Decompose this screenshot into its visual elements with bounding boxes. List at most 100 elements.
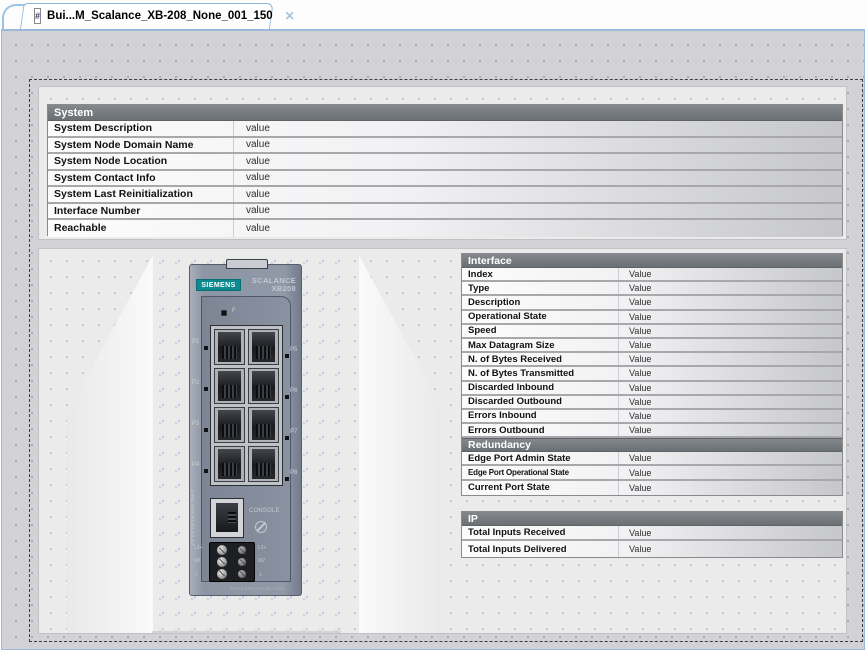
row-label: System Last Reinitialization — [48, 187, 234, 202]
row-label: Operational State — [462, 311, 619, 323]
port-label-p6: P6 — [290, 388, 300, 394]
fault-led-label: F — [232, 308, 236, 314]
rj45-port — [214, 329, 245, 365]
row-label: System Contact Info — [48, 171, 234, 186]
row-label: System Node Location — [48, 154, 234, 169]
system-table-header: System — [48, 105, 842, 121]
row-label: Current Port State — [462, 481, 619, 495]
row-value: Value — [619, 268, 842, 280]
ip-table-header: IP — [462, 512, 842, 526]
row-label: Speed — [462, 325, 619, 337]
din-rail-clip — [226, 259, 268, 269]
editor-window: # Bui...M_Scalance_XB-208_None_001_150 ✕… — [0, 0, 866, 651]
port-label-p3: P3 — [192, 421, 202, 427]
table-row: Reachable value — [48, 220, 842, 237]
power-terminal-block — [209, 542, 255, 582]
console-label: CONSOLE — [249, 508, 280, 514]
row-value: value — [234, 187, 842, 202]
photo-backdrop-right — [359, 255, 445, 633]
row-value: Value — [619, 424, 842, 436]
screen-document-icon: # — [34, 8, 41, 24]
interface-table[interactable]: Interface Index Value Type Value Descrip… — [461, 253, 843, 496]
power-label-l1: L1+ — [194, 545, 208, 551]
device-image-area[interactable]: SIEMENS SCALANCE XB208 F — [67, 255, 445, 633]
rj45-port — [248, 407, 279, 443]
model-line2: XB208 — [272, 284, 296, 293]
row-label: N. of Bytes Transmitted — [462, 367, 619, 379]
rj45-jack — [218, 332, 241, 362]
interface-table-header: Interface — [462, 254, 842, 268]
row-label: System Node Domain Name — [48, 138, 234, 153]
terminal-screw — [238, 570, 246, 578]
tab-close-icon[interactable]: ✕ — [285, 9, 295, 23]
table-row: Discarded Inbound Value — [462, 382, 842, 396]
console-port — [210, 498, 244, 538]
row-label: Index — [462, 268, 619, 280]
design-canvas[interactable]: System System Description value System N… — [1, 29, 865, 650]
rj45-jack — [252, 332, 275, 362]
row-label: Edge Port Operational State — [462, 466, 619, 478]
row-value: value — [234, 154, 842, 169]
table-row: Max Datagram Size Value — [462, 339, 842, 353]
row-label: Max Datagram Size — [462, 339, 619, 351]
ip-table[interactable]: IP Total Inputs Received Value Total Inp… — [461, 511, 843, 558]
terminal-screw — [217, 557, 227, 567]
row-value: value — [234, 204, 842, 219]
power-label-m2: M2 — [258, 558, 272, 564]
row-value: value — [234, 138, 842, 153]
table-row: Type Value — [462, 282, 842, 296]
device-model-label: SCALANCE XB208 — [252, 277, 296, 293]
row-value: Value — [619, 282, 842, 294]
table-row: N. of Bytes Transmitted Value — [462, 367, 842, 381]
row-value: Value — [619, 296, 842, 308]
redundancy-table-header: Redundancy — [462, 438, 842, 452]
table-row: N. of Bytes Received Value — [462, 353, 842, 367]
row-value: Value — [619, 382, 842, 394]
fault-led — [221, 310, 227, 316]
row-value: Value — [619, 481, 842, 495]
rj45-port — [248, 329, 279, 365]
rj45-port — [214, 407, 245, 443]
table-row: System Node Domain Name value — [48, 138, 842, 155]
tab-strip: # Bui...M_Scalance_XB-208_None_001_150 ✕ — [0, 0, 866, 29]
table-row: Operational State Value — [462, 311, 842, 325]
table-row: Total Inputs Received Value — [462, 526, 842, 541]
row-value: Value — [619, 526, 842, 539]
table-row: Interface Number value — [48, 204, 842, 221]
prohibition-icon — [255, 521, 267, 533]
row-label: Errors Outbound — [462, 424, 619, 436]
row-value: Value — [619, 339, 842, 351]
screen-tab-content[interactable]: # Bui...M_Scalance_XB-208_None_001_150 ✕ — [20, 3, 270, 29]
port-label-p1: P1 — [192, 339, 202, 345]
row-label: N. of Bytes Received — [462, 353, 619, 365]
row-label: Description — [462, 296, 619, 308]
table-row: Index Value — [462, 268, 842, 282]
table-row: Edge Port Operational State Value — [462, 466, 842, 480]
rj45-port — [214, 446, 245, 482]
faceplate-selection[interactable]: System System Description value System N… — [29, 79, 863, 642]
table-row: Discarded Outbound Value — [462, 396, 842, 410]
scalance-switch-image[interactable]: SIEMENS SCALANCE XB208 F — [189, 264, 302, 596]
row-label: Total Inputs Received — [462, 526, 619, 539]
system-panel[interactable]: System System Description value System N… — [38, 86, 847, 240]
rj45-port — [214, 368, 245, 404]
port-label-p7: P7 — [290, 429, 300, 435]
rj45-jack — [252, 449, 275, 479]
row-value: value — [234, 171, 842, 186]
row-label: Interface Number — [48, 204, 234, 219]
table-row: Edge Port Admin State Value — [462, 452, 842, 466]
system-table[interactable]: System System Description value System N… — [47, 104, 843, 236]
detail-panel[interactable]: SIEMENS SCALANCE XB208 F — [38, 248, 847, 634]
rj45-jack — [218, 410, 241, 440]
table-row: Errors Inbound Value — [462, 410, 842, 424]
rj45-jack — [252, 410, 275, 440]
ground-icon: ⏚ — [258, 571, 272, 578]
row-value: Value — [619, 541, 842, 556]
table-row: Total Inputs Delivered Value — [462, 541, 842, 556]
row-value: Value — [619, 367, 842, 379]
row-value: value — [234, 121, 842, 136]
siemens-logo: SIEMENS — [196, 279, 241, 291]
rj45-jack — [252, 371, 275, 401]
row-value: Value — [619, 396, 842, 408]
port-label-p2: P2 — [192, 380, 202, 386]
